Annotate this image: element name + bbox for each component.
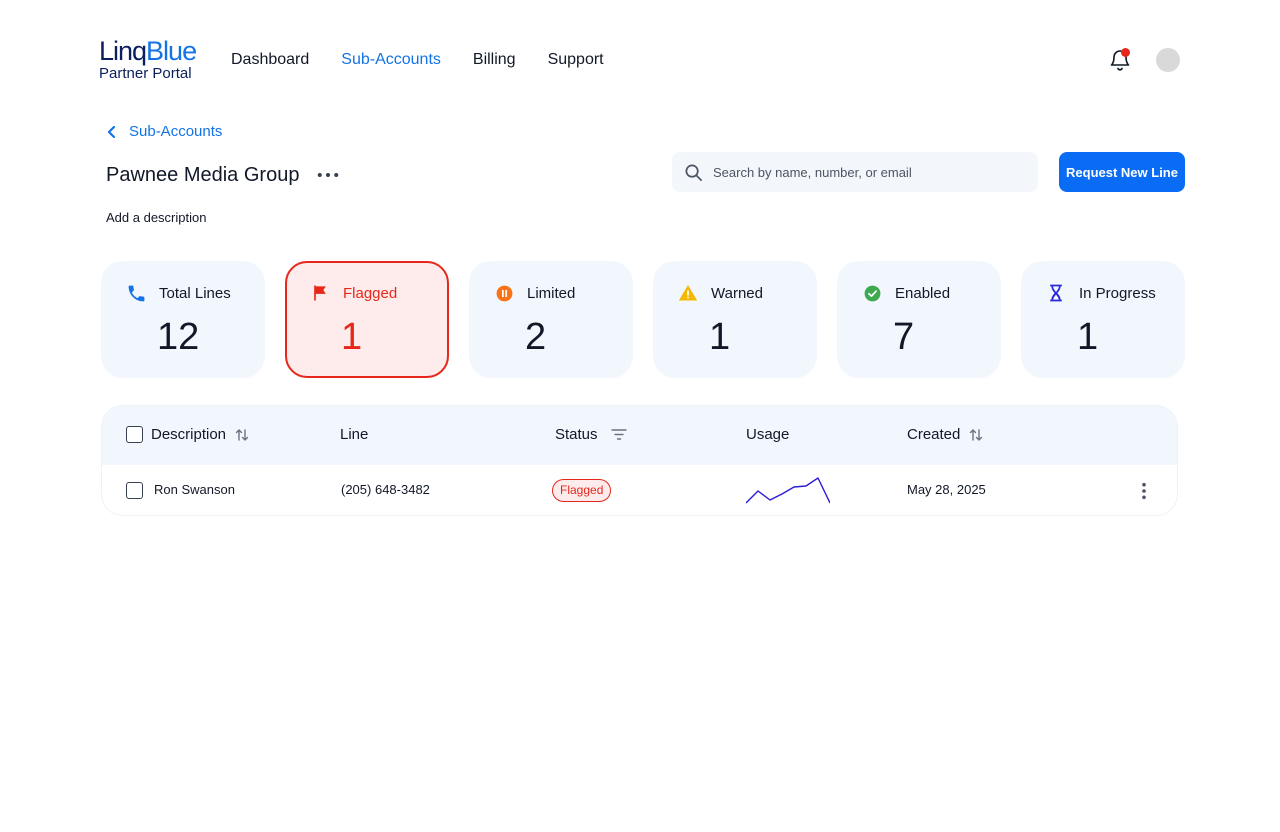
stat-card-limited[interactable]: Limited 2 — [469, 261, 633, 378]
flag-icon — [309, 282, 331, 304]
column-created: Created — [907, 426, 984, 443]
sort-icon[interactable] — [234, 427, 250, 443]
column-label: Created — [907, 426, 961, 443]
stat-value: 12 — [157, 316, 200, 358]
stat-value: 1 — [709, 316, 731, 358]
brand-subtitle: Partner Portal — [99, 65, 192, 82]
more-options-button[interactable] — [316, 165, 340, 185]
stat-cards: Total Lines 12 Flagged 1 Limited 2 Warne… — [101, 261, 1185, 378]
stat-label: In Progress — [1079, 284, 1156, 302]
stat-label: Total Lines — [159, 284, 231, 302]
nav-billing[interactable]: Billing — [473, 50, 516, 70]
column-label: Line — [340, 426, 369, 443]
stat-value: 2 — [525, 316, 547, 358]
request-new-line-button[interactable]: Request New Line — [1059, 152, 1185, 192]
breadcrumb-label: Sub-Accounts — [129, 123, 223, 140]
search-bar — [672, 152, 1038, 192]
notification-dot — [1121, 48, 1130, 57]
pause-circle-icon — [493, 282, 515, 304]
brand-name-blue: Blue — [146, 36, 197, 66]
nav-dashboard[interactable]: Dashboard — [231, 50, 309, 70]
table-header: Description Line Status Usage Created — [102, 406, 1177, 465]
nav-support[interactable]: Support — [548, 50, 604, 70]
select-all-checkbox[interactable] — [126, 426, 143, 443]
row-actions-button[interactable] — [1134, 479, 1154, 503]
phone-icon — [125, 282, 147, 304]
main-nav: Dashboard Sub-Accounts Billing Support — [231, 50, 604, 70]
row-created: May 28, 2025 — [907, 482, 986, 497]
stat-value: 7 — [893, 316, 915, 358]
usage-sparkline-line — [746, 477, 830, 504]
more-horizontal-icon — [317, 172, 339, 178]
stat-label: Limited — [527, 284, 576, 302]
table-row[interactable]: Ron Swanson (205) 648-3482 Flagged May 2… — [102, 465, 1177, 515]
row-line: (205) 648-3482 — [341, 482, 430, 497]
column-description: Description — [126, 426, 250, 443]
stat-label: Warned — [711, 284, 763, 302]
stat-label: Flagged — [343, 284, 398, 302]
status-badge: Flagged — [552, 479, 612, 502]
warning-icon — [677, 282, 699, 304]
chevron-left-icon — [107, 125, 116, 138]
stat-value: 1 — [341, 316, 363, 358]
sort-icon[interactable] — [968, 427, 984, 443]
stat-label: Enabled — [895, 284, 951, 302]
column-label: Status — [555, 425, 598, 443]
avatar[interactable] — [1156, 48, 1180, 72]
stat-card-warned[interactable]: Warned 1 — [653, 261, 817, 378]
column-status: Status — [555, 425, 628, 443]
lines-table: Description Line Status Usage Created Ro… — [101, 405, 1178, 516]
filter-icon[interactable] — [610, 425, 628, 443]
notifications-button[interactable] — [1108, 48, 1132, 72]
usage-sparkline — [746, 477, 830, 504]
brand-wordmark: LinqBlue — [99, 37, 209, 65]
nav-sub-accounts[interactable]: Sub-Accounts — [341, 50, 441, 70]
column-usage: Usage — [746, 426, 789, 443]
stat-card-total-lines[interactable]: Total Lines 12 — [101, 261, 265, 378]
breadcrumb[interactable]: Sub-Accounts — [105, 123, 222, 140]
search-input[interactable] — [713, 164, 1013, 180]
column-line: Line — [340, 426, 368, 443]
stat-value: 1 — [1077, 316, 1099, 358]
row-description: Ron Swanson — [154, 482, 235, 497]
hourglass-icon — [1045, 282, 1067, 304]
row-checkbox[interactable] — [126, 482, 143, 499]
column-label: Description — [151, 426, 227, 443]
search-icon — [685, 164, 702, 181]
stat-card-in-progress[interactable]: In Progress 1 — [1021, 261, 1185, 378]
check-circle-icon — [861, 282, 883, 304]
add-description-link[interactable]: Add a description — [106, 210, 206, 225]
more-vertical-icon — [1142, 482, 1146, 500]
page-title: Pawnee Media Group — [106, 164, 300, 186]
brand-logo[interactable]: LinqBlue Partner Portal — [99, 37, 209, 83]
stat-card-flagged[interactable]: Flagged 1 — [285, 261, 449, 378]
column-label: Usage — [746, 426, 790, 443]
stat-card-enabled[interactable]: Enabled 7 — [837, 261, 1001, 378]
brand-name-linq: Linq — [99, 36, 147, 66]
